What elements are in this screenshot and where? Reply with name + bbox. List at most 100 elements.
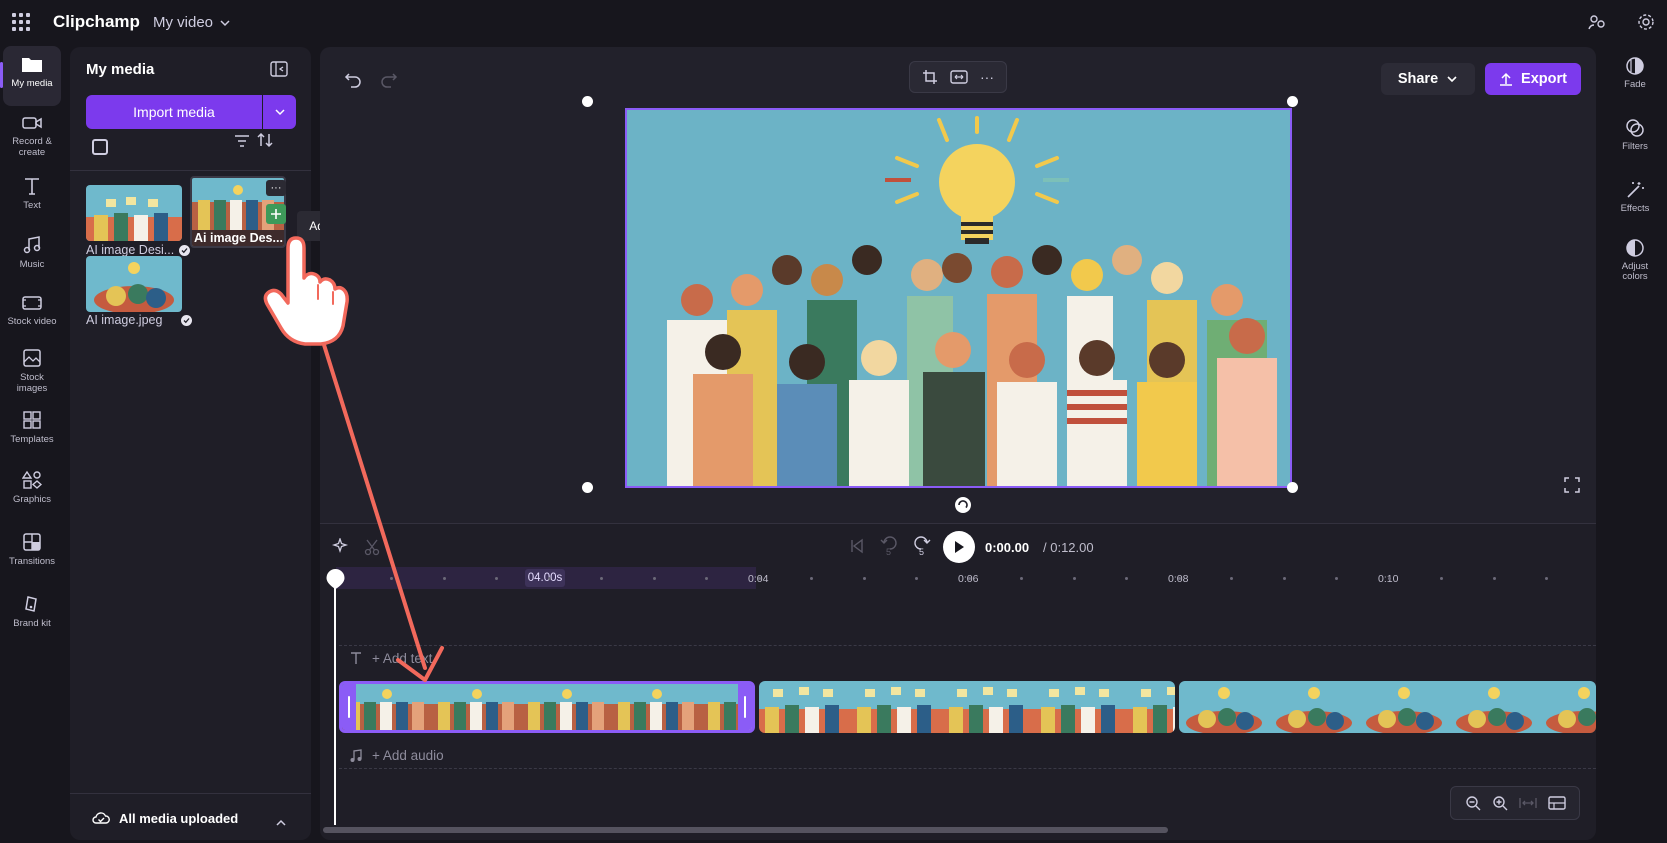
- rotate-icon[interactable]: [954, 496, 972, 514]
- clip-filmstrip: [1179, 681, 1596, 733]
- magic-edit-icon[interactable]: [331, 538, 349, 556]
- rail-item-fade[interactable]: Fade: [1603, 56, 1667, 90]
- context-toolbar: ···: [909, 61, 1007, 93]
- settings-gear-icon[interactable]: [1636, 12, 1656, 32]
- uploaded-check-icon: [179, 244, 191, 256]
- community-icon[interactable]: [1587, 12, 1607, 32]
- split-scissors-icon[interactable]: [363, 538, 381, 556]
- undo-icon[interactable]: [344, 70, 362, 88]
- lightbulb: [939, 144, 1015, 220]
- forward-5-button[interactable]: 5: [913, 536, 933, 558]
- current-time: 0:00.00: [985, 540, 1030, 555]
- media-panel-title: My media: [86, 61, 155, 78]
- media-item-label: AI image.jpeg: [86, 313, 163, 327]
- add-text-track[interactable]: + Add text: [350, 651, 432, 666]
- fullscreen-icon[interactable]: [1564, 477, 1580, 493]
- rail-item-text[interactable]: Text: [3, 168, 61, 228]
- rail-item-graphics[interactable]: Graphics: [3, 462, 61, 522]
- divider: [70, 793, 311, 794]
- rail-label: Brand kit: [13, 618, 51, 629]
- ruler-tick-dot: [1230, 577, 1233, 580]
- playhead-handle[interactable]: [326, 569, 345, 589]
- resize-handle[interactable]: [1287, 96, 1298, 107]
- rail-item-stock-images[interactable]: Stock images: [3, 340, 61, 400]
- rail-item-effects[interactable]: Effects: [1603, 180, 1667, 214]
- chevron-down-icon: [1447, 76, 1457, 83]
- skip-to-start-icon[interactable]: [849, 538, 865, 554]
- timeline-scrollbar[interactable]: [323, 827, 1168, 833]
- select-all-checkbox[interactable]: [92, 139, 108, 155]
- rail-label: Music: [19, 259, 45, 270]
- timeline-view-icon[interactable]: [1547, 796, 1566, 810]
- track-separator: [339, 768, 1596, 769]
- trim-handle-end[interactable]: [738, 684, 752, 730]
- preview-illustration: [627, 110, 1290, 486]
- add-audio-track[interactable]: + Add audio: [350, 748, 444, 763]
- redo-icon[interactable]: [380, 70, 398, 88]
- import-media-button[interactable]: Import media: [86, 95, 262, 129]
- app-launcher-icon[interactable]: [10, 11, 32, 33]
- resize-handle[interactable]: [582, 96, 593, 107]
- video-preview[interactable]: [625, 108, 1292, 488]
- ruler-tick-dot: [757, 577, 761, 580]
- zoom-out-icon[interactable]: [1465, 795, 1481, 811]
- zoom-in-icon[interactable]: [1492, 795, 1508, 811]
- selection-duration-badge: 04.00s: [525, 569, 565, 587]
- rail-item-stock-video[interactable]: Stock video: [3, 286, 61, 346]
- rail-item-brand-kit[interactable]: Brand kit: [3, 586, 61, 646]
- share-button[interactable]: Share: [1381, 63, 1475, 95]
- trim-handle-start[interactable]: [342, 684, 356, 730]
- media-thumbnail[interactable]: [86, 185, 182, 241]
- fit-icon[interactable]: [950, 70, 968, 84]
- timeline-clip[interactable]: [759, 681, 1175, 733]
- collapse-panel-icon[interactable]: [270, 61, 288, 77]
- add-to-timeline-button[interactable]: [266, 204, 286, 224]
- ruler-tick-dot: [1335, 577, 1338, 580]
- resize-handle[interactable]: [1287, 482, 1298, 493]
- resize-handle[interactable]: [582, 482, 593, 493]
- rail-item-transitions[interactable]: Transitions: [3, 524, 61, 584]
- filters-icon: [1626, 119, 1644, 137]
- playhead-line: [334, 575, 336, 825]
- rail-item-filters[interactable]: Filters: [1603, 118, 1667, 152]
- chevron-up-icon[interactable]: [275, 817, 287, 829]
- right-properties-rail: Fade Filters Effects Adjust colors: [1603, 44, 1667, 843]
- filter-icon[interactable]: [234, 134, 250, 148]
- film-icon: [22, 296, 42, 310]
- media-item-name: AI image Desi...: [86, 243, 191, 257]
- forward-seconds: 5: [919, 547, 925, 557]
- timeline-clip-selected[interactable]: [339, 681, 755, 733]
- rail-item-music[interactable]: Music: [3, 227, 61, 287]
- more-options-icon[interactable]: ···: [266, 180, 286, 196]
- media-preview-image: [86, 185, 182, 241]
- rail-item-templates[interactable]: Templates: [3, 402, 61, 462]
- upload-icon: [1500, 72, 1513, 86]
- sort-icon[interactable]: [256, 131, 274, 149]
- ruler-tick-dot: [495, 577, 498, 580]
- rail-item-adjust-colors[interactable]: Adjust colors: [1603, 238, 1667, 282]
- ruler-tick-dot: [862, 577, 866, 580]
- rail-item-my-media[interactable]: My media: [3, 46, 61, 106]
- rewind-seconds: 5: [886, 547, 892, 557]
- export-label: Export: [1521, 71, 1567, 87]
- media-item-name: AI image.jpeg: [86, 313, 193, 327]
- rail-item-record-create[interactable]: Record & create: [3, 106, 61, 166]
- import-options-dropdown[interactable]: [263, 95, 296, 129]
- ruler-tick-dot: [1282, 577, 1286, 580]
- media-item-label: AI image Desi...: [86, 243, 175, 257]
- media-thumbnail[interactable]: [86, 256, 182, 312]
- export-button[interactable]: Export: [1485, 63, 1581, 95]
- rewind-5-button[interactable]: 5: [880, 536, 900, 558]
- play-button[interactable]: [943, 531, 975, 563]
- crop-icon[interactable]: [922, 69, 938, 85]
- shapes-icon: [22, 470, 42, 489]
- ruler-tick-dot: [1072, 577, 1076, 580]
- cloud-check-icon: [92, 812, 110, 824]
- fit-timeline-icon[interactable]: [1518, 796, 1537, 810]
- more-options-icon[interactable]: ···: [980, 70, 994, 84]
- project-name-dropdown[interactable]: My video: [153, 14, 231, 31]
- chevron-down-icon: [220, 19, 230, 26]
- timeline-clip[interactable]: [1179, 681, 1596, 733]
- divider: [70, 170, 311, 171]
- rail-label: Fade: [1624, 79, 1646, 90]
